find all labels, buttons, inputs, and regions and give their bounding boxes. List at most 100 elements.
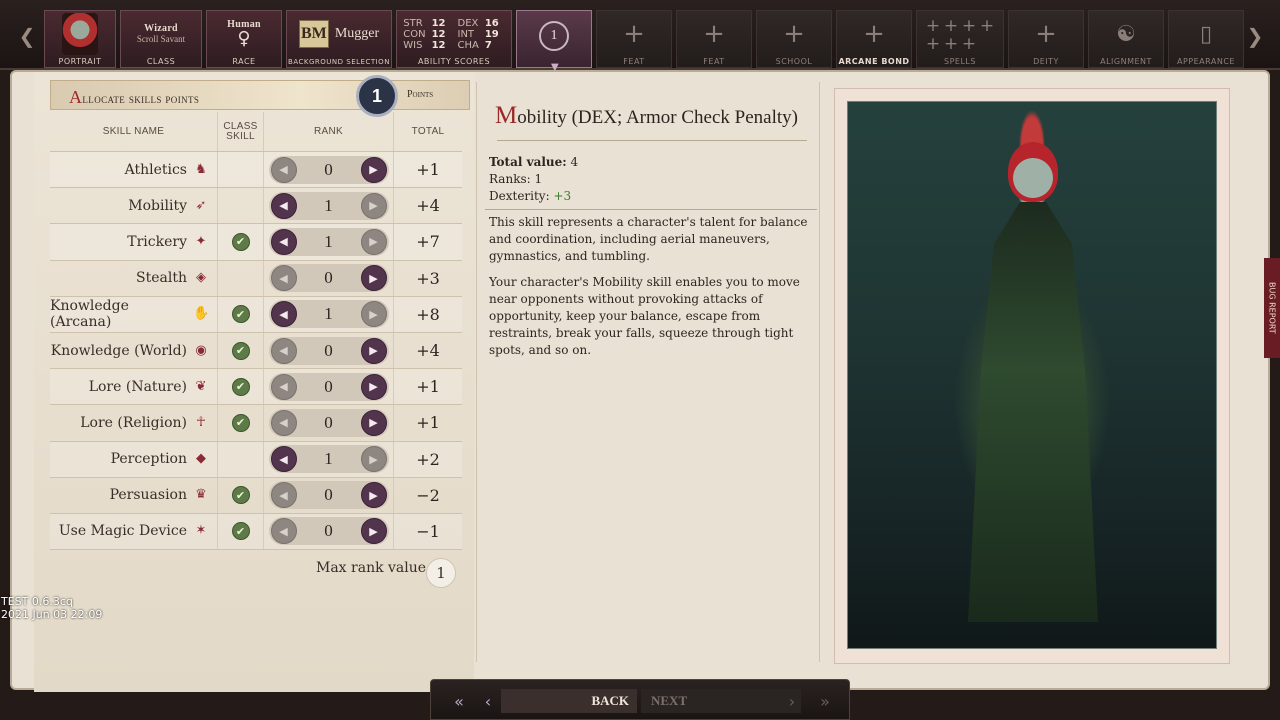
- decrease-rank-button[interactable]: ◀: [270, 156, 297, 183]
- first-step-icon[interactable]: «: [443, 689, 475, 713]
- increase-rank-button[interactable]: ▶: [360, 301, 387, 328]
- increase-rank-button[interactable]: ▶: [360, 373, 387, 400]
- rank-value: 0: [324, 376, 333, 396]
- skill-row[interactable]: Trickery ✦ ✔ ◀ 1 ▶ +7: [50, 224, 462, 261]
- skill-name-cell: Lore (Religion) ☥: [50, 405, 218, 441]
- step-background[interactable]: BM Mugger Background Selection: [286, 10, 392, 68]
- rank-value: 1: [324, 195, 333, 215]
- step-feat-label: Feat: [623, 57, 645, 66]
- class-skill-cell: [218, 188, 264, 224]
- skills-step-counter: 1: [539, 21, 569, 51]
- decrease-rank-button[interactable]: ◀: [270, 192, 297, 219]
- increase-rank-button[interactable]: ▶: [360, 446, 387, 473]
- next-button[interactable]: NEXT: [641, 689, 801, 713]
- decrease-rank-button[interactable]: ◀: [270, 409, 297, 436]
- step-skills-current[interactable]: 1 ▼: [516, 10, 592, 73]
- rank-stepper[interactable]: ◀ 0 ▶: [268, 264, 389, 293]
- skill-name: Stealth: [136, 270, 187, 287]
- increase-rank-button[interactable]: ▶: [360, 518, 387, 545]
- decrease-rank-button[interactable]: ◀: [270, 482, 297, 509]
- skill-total: +2: [416, 449, 440, 469]
- total-value: 4: [570, 155, 579, 169]
- rank-stepper[interactable]: ◀ 1 ▶: [268, 445, 389, 474]
- skill-total: +1: [416, 377, 440, 397]
- rank-stepper[interactable]: ◀ 1 ▶: [268, 300, 389, 329]
- character-figure: [968, 202, 1098, 622]
- decrease-rank-button[interactable]: ◀: [270, 373, 297, 400]
- rank-stepper[interactable]: ◀ 0 ▶: [268, 481, 389, 510]
- steps-scroll-left-icon[interactable]: ❮: [14, 10, 40, 62]
- skill-row[interactable]: Mobility ➶ ◀ 1 ▶ +4: [50, 188, 462, 225]
- rank-value: 0: [324, 340, 333, 360]
- ability-value: 16: [484, 17, 499, 29]
- rank-stepper[interactable]: ◀ 1 ▶: [268, 191, 389, 220]
- decrease-rank-button[interactable]: ◀: [270, 337, 297, 364]
- increase-rank-button[interactable]: ▶: [360, 337, 387, 364]
- rank-stepper[interactable]: ◀ 0 ▶: [268, 517, 389, 546]
- character-head: [1008, 142, 1058, 202]
- skill-row[interactable]: Lore (Nature) ❦ ✔ ◀ 0 ▶ +1: [50, 369, 462, 406]
- skill-row[interactable]: Stealth ◈ ◀ 0 ▶ +3: [50, 260, 462, 297]
- class-skill-check-icon: ✔: [231, 341, 250, 360]
- skill-total: +7: [416, 232, 440, 252]
- step-feat-1[interactable]: + Feat: [596, 10, 672, 68]
- last-step-icon[interactable]: »: [809, 689, 841, 713]
- class-name: Wizard: [144, 22, 178, 34]
- step-portrait[interactable]: Portrait: [44, 10, 116, 68]
- steps-scroll-right-icon[interactable]: ❯: [1242, 10, 1268, 62]
- total-value-label: Total value:: [489, 155, 567, 169]
- decrease-rank-button[interactable]: ◀: [270, 446, 297, 473]
- bug-report-tab[interactable]: BUG REPORT: [1264, 258, 1280, 358]
- decrease-rank-button[interactable]: ◀: [270, 518, 297, 545]
- skill-row[interactable]: Persuasion ♛ ✔ ◀ 0 ▶ −2: [50, 477, 462, 514]
- rank-value: 0: [324, 485, 333, 505]
- step-alignment[interactable]: ☯ Alignment: [1088, 10, 1164, 68]
- rank-cell: ◀ 0 ▶: [264, 332, 394, 369]
- ranks-label: Ranks:: [489, 172, 531, 186]
- back-button[interactable]: BACK: [501, 689, 637, 713]
- increase-rank-button[interactable]: ▶: [360, 409, 387, 436]
- header-skill-name: Skill Name: [50, 112, 218, 151]
- rank-stepper[interactable]: ◀ 1 ▶: [268, 227, 389, 256]
- skill-row[interactable]: Knowledge (Arcana) ✋ ✔ ◀ 1 ▶ +8: [50, 296, 462, 333]
- step-appearance[interactable]: ▯ Appearance: [1168, 10, 1244, 68]
- increase-rank-button[interactable]: ▶: [360, 192, 387, 219]
- increase-rank-button[interactable]: ▶: [360, 228, 387, 255]
- step-school[interactable]: + School: [756, 10, 832, 68]
- step-class[interactable]: Wizard Scroll Savant Class: [120, 10, 202, 68]
- skill-row[interactable]: Use Magic Device ✶ ✔ ◀ 0 ▶ −1: [50, 513, 462, 551]
- bottom-navigation: « ‹ BACK NEXT › »: [430, 679, 850, 720]
- rank-value: 1: [324, 449, 333, 469]
- increase-rank-button[interactable]: ▶: [360, 156, 387, 183]
- decrease-rank-button[interactable]: ◀: [270, 265, 297, 292]
- build-date: 2021 Jun 03 22:09: [1, 608, 103, 621]
- increase-rank-button[interactable]: ▶: [360, 265, 387, 292]
- step-race[interactable]: Human ♀ Race: [206, 10, 282, 68]
- step-arcane-bond[interactable]: + Arcane Bond: [836, 10, 912, 68]
- step-feat-2[interactable]: + Feat: [676, 10, 752, 68]
- dexterity-label: Dexterity:: [489, 189, 550, 203]
- background-icon: BM: [298, 20, 329, 48]
- decrease-rank-button[interactable]: ◀: [270, 301, 297, 328]
- next-arrow-icon[interactable]: ›: [783, 689, 801, 713]
- step-deity[interactable]: + Deity: [1008, 10, 1084, 68]
- previous-arrow-icon[interactable]: ‹: [477, 689, 499, 713]
- step-ability-scores[interactable]: STR 12 DEX 16 CON 12 INT 19 WIS 12 CHA 7 Abili…: [396, 10, 512, 68]
- ability-name: STR: [403, 17, 423, 29]
- rank-stepper[interactable]: ◀ 0 ▶: [268, 155, 389, 184]
- rank-cell: ◀ 1 ▶: [264, 441, 394, 477]
- skill-row[interactable]: Lore (Religion) ☥ ✔ ◀ 0 ▶ +1: [50, 405, 462, 442]
- skill-total: −1: [416, 521, 440, 541]
- rank-stepper[interactable]: ◀ 0 ▶: [268, 408, 389, 437]
- rank-stepper[interactable]: ◀ 0 ▶: [268, 336, 389, 365]
- skill-row[interactable]: Perception ◆ ◀ 1 ▶ +2: [50, 441, 462, 478]
- step-ability-scores-label: Ability Scores: [417, 57, 491, 66]
- skill-row[interactable]: Athletics ♞ ◀ 0 ▶ +1: [50, 152, 462, 189]
- skill-total: +8: [416, 304, 440, 324]
- rank-stepper[interactable]: ◀ 0 ▶: [268, 372, 389, 401]
- decrease-rank-button[interactable]: ◀: [270, 228, 297, 255]
- increase-rank-button[interactable]: ▶: [360, 482, 387, 509]
- skill-row[interactable]: Knowledge (World) ◉ ✔ ◀ 0 ▶ +4: [50, 332, 462, 370]
- step-spells[interactable]: + + + + + + + Spells: [916, 10, 1004, 68]
- rank-cell: ◀ 0 ▶: [264, 369, 394, 405]
